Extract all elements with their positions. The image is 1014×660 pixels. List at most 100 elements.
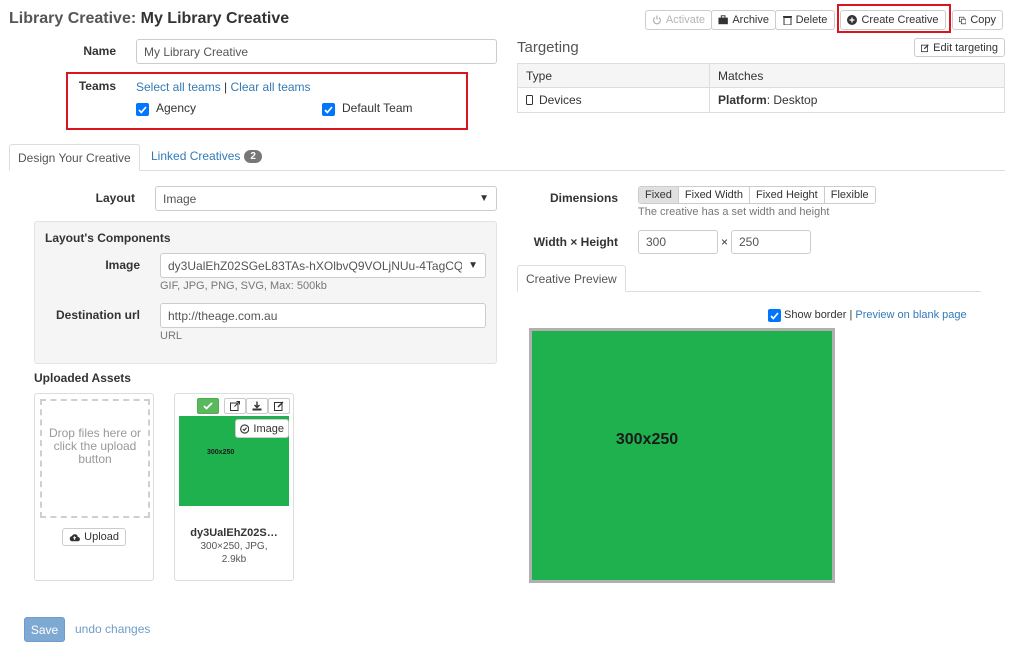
asset-type-tag[interactable]: Image [235,419,289,438]
trash-icon [782,16,792,25]
tab-linked-label: Linked Creatives [151,149,241,163]
dimension-option-fixed[interactable]: Fixed [639,187,679,203]
teams-actions: Select all teams | Clear all teams [136,80,311,94]
destination-url-input[interactable]: http://theage.com.au [160,303,486,328]
asset-meta-2: 2.9kb [221,554,247,565]
dimensions-help-text: The creative has a set width and height [638,206,830,218]
team-label-agency: Agency [156,101,197,115]
edit-targeting-button[interactable]: Edit targeting [914,38,1005,57]
checkmark-icon [138,105,147,114]
width-value: 300 [646,235,667,249]
download-icon [252,401,262,411]
asset-download-button[interactable] [246,398,268,414]
external-link-icon [230,401,240,411]
destination-url-label: Destination url [55,308,140,322]
dropzone[interactable]: Drop files here or click the upload butt… [40,399,150,518]
archive-label: Archive [732,14,769,26]
tab-design-your-creative[interactable]: Design Your Creative [9,144,140,171]
page-title-prefix: Library Creative: [9,10,137,27]
dimension-option-fixed-height[interactable]: Fixed Height [749,187,825,203]
times-sign: × [721,235,729,249]
cell-type: Devices [518,88,710,112]
edit-icon [921,43,929,52]
name-label: Name [83,44,116,58]
mobile-device-icon [526,95,533,105]
tab-linked-creatives[interactable]: Linked Creatives 2 [151,149,262,163]
preview-blank-page-link[interactable]: Preview on blank page [855,309,966,321]
image-help-text: GIF, JPG, PNG, SVG, Max: 500kb [160,280,327,292]
uploaded-assets-heading: Uploaded Assets [34,371,131,385]
delete-label: Delete [795,14,828,26]
create-creative-label: Create Creative [861,14,939,26]
preview-text: 300x250 [615,430,679,448]
dimension-option-flexible[interactable]: Flexible [824,187,875,203]
asset-edit-button[interactable] [268,398,290,414]
column-header-type: Type [518,64,710,87]
chevron-down-icon: ▼ [468,260,478,271]
name-input-value: My Library Creative [144,44,249,59]
layout-select[interactable]: Image ▼ [155,186,497,211]
checkmark-icon [203,402,213,410]
asset-meta-1: 300×250, JPG, [200,541,268,552]
briefcase-icon [718,15,728,25]
asset-select-button[interactable] [197,398,219,414]
copy-label: Copy [970,14,996,26]
asset-thumbnail-text: 300x250 [207,449,235,456]
team-checkbox-agency[interactable] [136,103,149,116]
plus-circle-icon [847,15,858,25]
checkmark-icon [324,105,333,114]
edit-icon [274,401,284,411]
page-title-name: My Library Creative [140,10,290,27]
targeting-heading: Targeting [517,39,579,56]
select-all-teams-link[interactable]: Select all teams [136,80,221,94]
create-creative-button[interactable]: Create Creative [840,10,946,30]
preview-options: Show border | Preview on blank page [784,309,967,321]
copy-icon [959,16,967,24]
dimension-option-fixed-width[interactable]: Fixed Width [678,187,750,203]
cell-matches: Platform: Desktop [710,88,1004,112]
components-heading: Layout's Components [45,231,171,245]
show-border-checkbox[interactable] [768,309,781,322]
save-button[interactable]: Save [24,617,65,642]
teams-label: Teams [78,79,116,93]
delete-button[interactable]: Delete [775,10,835,30]
width-input[interactable]: 300 [638,230,718,254]
clear-all-teams-link[interactable]: Clear all teams [231,80,311,94]
edit-targeting-label: Edit targeting [933,41,998,54]
archive-button[interactable]: Archive [711,10,776,30]
destination-url-value: http://theage.com.au [168,308,278,323]
match-value: : Desktop [766,93,818,107]
page-title: Library Creative: My Library Creative [9,10,289,28]
layout-label: Layout [95,191,135,205]
destination-help-text: URL [160,330,183,342]
power-icon [652,15,661,25]
cloud-upload-icon [69,533,80,541]
asset-card[interactable]: 300x250 Image dy3UalEhZ02S… 300×250, JPG… [174,393,294,581]
name-input[interactable]: My Library Creative [136,39,497,64]
match-key: Platform [718,93,767,107]
activate-button[interactable]: Activate [645,10,712,30]
upload-button[interactable]: Upload [62,528,126,546]
team-label-default: Default Team [342,101,413,115]
column-header-matches: Matches [718,68,764,83]
image-select-value: dy3UalEhZ02SGeL83TAs-hXOlbvQ9VOLjNUu-4Ta… [168,258,463,273]
undo-changes-link[interactable]: undo changes [75,622,150,636]
image-select[interactable]: dy3UalEhZ02SGeL83TAs-hXOlbvQ9VOLjNUu-4Ta… [160,253,486,278]
dimensions-button-group: Fixed Fixed Width Fixed Height Flexible [638,186,876,204]
show-border-label: Show border [784,309,847,321]
table-header-row: Type Matches [518,64,1004,88]
asset-name: dy3UalEhZ02S… [190,527,278,539]
dimensions-label: Dimensions [549,191,618,205]
asset-open-button[interactable] [224,398,246,414]
preview-separator: | [849,309,853,321]
tab-creative-preview[interactable]: Creative Preview [517,265,626,292]
chevron-down-icon: ▼ [479,193,489,204]
cell-type-text: Devices [539,93,582,107]
upload-label: Upload [84,531,119,543]
table-row: Devices Platform: Desktop [518,88,1004,112]
copy-button[interactable]: Copy [952,10,1003,30]
team-checkbox-default[interactable] [322,103,335,116]
teams-separator: | [224,80,228,94]
height-input[interactable]: 250 [731,230,811,254]
asset-type-label: Image [253,422,284,435]
